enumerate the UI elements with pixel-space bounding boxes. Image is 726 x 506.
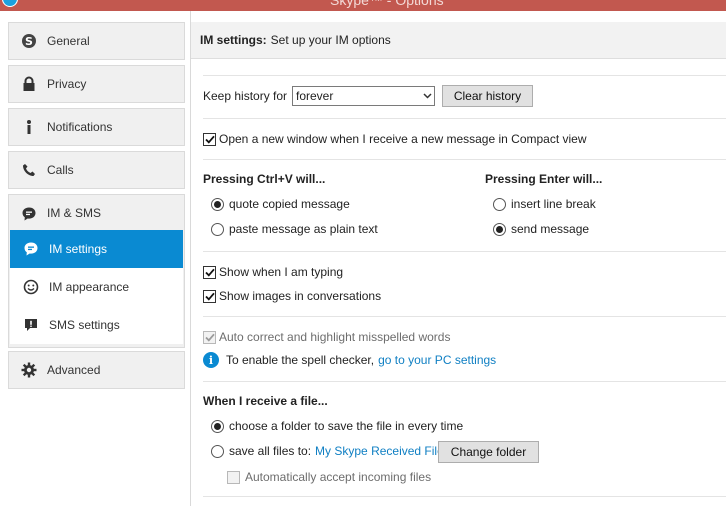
spell-checker-note: i To enable the spell checker, go to you… — [203, 352, 496, 368]
radio-label: quote copied message — [229, 197, 350, 211]
page-subtitle: Set up your IM options — [270, 33, 391, 47]
skype-icon — [2, 0, 18, 7]
file-option-save-all[interactable]: save all files to: My Skype Received Fil… — [211, 443, 450, 459]
compact-view-label: Open a new window when I receive a new m… — [219, 132, 587, 146]
sidebar-item-label: Privacy — [47, 77, 87, 91]
radio-selected[interactable] — [211, 419, 224, 433]
sidebar-item-im-settings[interactable]: IM settings — [10, 230, 183, 268]
sidebar: S General Privacy Notifications Calls IM… — [0, 11, 191, 506]
sidebar-item-privacy[interactable]: Privacy — [8, 65, 185, 103]
history-label: Keep history for — [203, 89, 288, 103]
divider — [203, 316, 726, 317]
divider — [203, 251, 726, 252]
sidebar-item-label: IM & SMS — [47, 206, 102, 220]
info-i-icon — [21, 119, 37, 135]
sidebar-item-label: IM appearance — [49, 280, 130, 294]
auto-accept-checkbox — [227, 470, 240, 484]
radio-label: send message — [511, 222, 590, 236]
divider — [203, 381, 726, 382]
history-select[interactable]: forever — [292, 86, 435, 106]
compact-view-option[interactable]: Open a new window when I receive a new m… — [203, 131, 587, 147]
radio-unselected[interactable] — [211, 222, 224, 236]
svg-text:S: S — [25, 35, 33, 48]
title-bar: Skype™ - Options — [0, 0, 726, 11]
radio-label: paste message as plain text — [229, 222, 378, 236]
phone-icon — [21, 162, 37, 178]
radio-unselected[interactable] — [493, 197, 506, 211]
sidebar-item-label: Advanced — [47, 363, 101, 377]
radio-selected[interactable] — [211, 197, 224, 211]
show-typing-checkbox[interactable] — [203, 265, 216, 279]
page-title: IM settings: — [200, 33, 267, 47]
sidebar-item-label: General — [47, 34, 90, 48]
file-heading: When I receive a file... — [203, 394, 328, 408]
info-icon: i — [203, 352, 219, 368]
lock-icon — [21, 76, 37, 92]
sms-icon — [22, 316, 40, 334]
compact-view-checkbox[interactable] — [203, 132, 216, 146]
radio-label: choose a folder to save the file in ever… — [229, 419, 464, 433]
radio-selected[interactable] — [493, 222, 506, 236]
autocorrect-checkbox — [203, 330, 216, 344]
file-option-choose[interactable]: choose a folder to save the file in ever… — [211, 418, 463, 434]
radio-label: insert line break — [511, 197, 596, 211]
divider — [203, 75, 726, 76]
chat-bubble-icon — [22, 240, 40, 258]
sidebar-item-advanced[interactable]: Advanced — [8, 351, 185, 389]
show-typing-option[interactable]: Show when I am typing — [203, 264, 343, 280]
change-folder-button[interactable]: Change folder — [438, 441, 539, 463]
sidebar-item-label: SMS settings — [49, 318, 120, 332]
sidebar-item-notifications[interactable]: Notifications — [8, 108, 185, 146]
chat-bubble-icon — [21, 206, 37, 222]
history-select-value: forever — [296, 89, 334, 103]
ctrl-v-option-plain[interactable]: paste message as plain text — [211, 221, 378, 237]
sidebar-item-calls[interactable]: Calls — [8, 151, 185, 189]
gear-icon — [21, 362, 37, 378]
auto-accept-label: Automatically accept incoming files — [245, 470, 432, 484]
divider — [203, 496, 726, 497]
enter-option-send[interactable]: send message — [493, 221, 589, 237]
enter-option-line-break[interactable]: insert line break — [493, 196, 596, 212]
settings-header: IM settings: Set up your IM options — [191, 22, 726, 59]
divider — [203, 159, 726, 160]
show-images-checkbox[interactable] — [203, 289, 216, 303]
sidebar-item-general[interactable]: S General — [8, 22, 185, 60]
skype-logo-icon: S — [21, 33, 37, 49]
radio-unselected[interactable] — [211, 444, 224, 458]
autocorrect-option: Auto correct and highlight misspelled wo… — [203, 329, 450, 345]
sidebar-item-label: IM settings — [49, 242, 108, 256]
sidebar-item-label: Notifications — [47, 120, 113, 134]
divider — [203, 118, 726, 119]
enter-heading: Pressing Enter will... — [485, 172, 603, 186]
smiley-icon — [22, 278, 40, 296]
sidebar-item-sms-settings[interactable]: SMS settings — [10, 306, 183, 344]
window-title: Skype™ - Options — [330, 0, 444, 8]
show-images-option[interactable]: Show images in conversations — [203, 288, 381, 304]
auto-accept-option: Automatically accept incoming files — [227, 469, 431, 485]
ctrl-v-heading: Pressing Ctrl+V will... — [203, 172, 326, 186]
show-images-label: Show images in conversations — [219, 289, 382, 303]
sidebar-item-label: Calls — [47, 163, 74, 177]
ctrl-v-option-quote[interactable]: quote copied message — [211, 196, 350, 212]
clear-history-button[interactable]: Clear history — [442, 85, 533, 107]
received-files-link[interactable]: My Skype Received Files — [315, 444, 450, 458]
pc-settings-link[interactable]: go to your PC settings — [378, 353, 496, 367]
radio-label: save all files to: — [229, 444, 312, 458]
chevron-down-icon — [420, 87, 434, 105]
history-row: Keep history for — [203, 86, 287, 106]
spell-checker-text: To enable the spell checker, — [226, 353, 375, 367]
show-typing-label: Show when I am typing — [219, 265, 344, 279]
autocorrect-label: Auto correct and highlight misspelled wo… — [219, 330, 451, 344]
sidebar-item-im-appearance[interactable]: IM appearance — [10, 268, 183, 306]
